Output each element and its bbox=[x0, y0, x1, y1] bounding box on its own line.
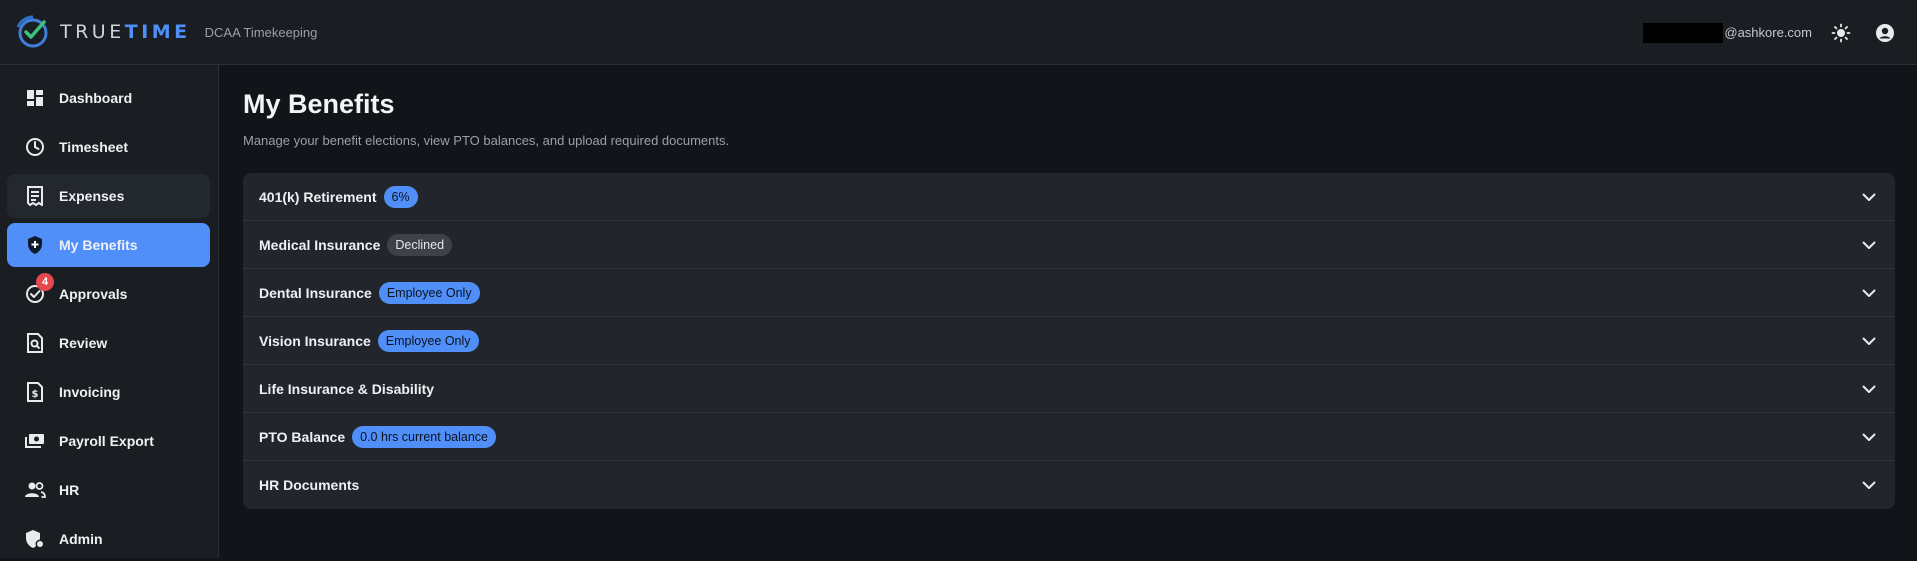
section-title: PTO Balance bbox=[259, 428, 346, 445]
search-document-icon bbox=[24, 332, 46, 354]
chevron-down-icon[interactable] bbox=[1859, 331, 1879, 351]
accordion-hr-documents[interactable]: HR Documents bbox=[243, 461, 1895, 509]
svg-text:$: $ bbox=[32, 389, 39, 400]
chevron-down-icon[interactable] bbox=[1859, 187, 1879, 207]
truetime-logo-icon bbox=[14, 13, 52, 51]
check-circle-icon: 4 bbox=[24, 273, 54, 305]
chevron-down-icon[interactable] bbox=[1859, 283, 1879, 303]
section-title: Vision Insurance bbox=[259, 332, 371, 349]
sidebar-item-label: Expenses bbox=[59, 188, 125, 204]
section-title: Medical Insurance bbox=[259, 236, 381, 253]
page-title: My Benefits bbox=[243, 89, 395, 119]
sidebar-item-payroll-export[interactable]: Payroll Export bbox=[7, 419, 210, 463]
shield-plus-icon bbox=[24, 234, 46, 256]
chevron-down-icon[interactable] bbox=[1859, 475, 1879, 495]
section-title: Dental Insurance bbox=[259, 284, 372, 301]
accordion-life-insurance-disability[interactable]: Life Insurance & Disability bbox=[243, 365, 1895, 413]
chevron-down-icon[interactable] bbox=[1859, 427, 1879, 447]
sidebar: Dashboard Timesheet Expenses My Benefits… bbox=[0, 65, 219, 558]
receipt-icon bbox=[24, 185, 46, 207]
section-title: Life Insurance & Disability bbox=[259, 380, 435, 397]
app-subtitle: DCAA Timekeeping bbox=[204, 24, 318, 40]
sidebar-item-label: Admin bbox=[59, 531, 103, 547]
people-icon bbox=[24, 479, 46, 501]
email-domain: @ashkore.com bbox=[1724, 25, 1812, 40]
sidebar-item-hr[interactable]: HR bbox=[7, 468, 210, 512]
sidebar-item-label: Invoicing bbox=[59, 384, 121, 400]
page-description: Manage your benefit elections, view PTO … bbox=[243, 133, 730, 148]
sidebar-item-dashboard[interactable]: Dashboard bbox=[7, 76, 210, 120]
sidebar-item-review[interactable]: Review bbox=[7, 321, 210, 365]
accordion-dental-insurance[interactable]: Dental Insurance Employee Only bbox=[243, 269, 1895, 317]
money-icon bbox=[24, 430, 46, 452]
benefits-accordion: 401(k) Retirement 6% Medical Insurance D… bbox=[243, 173, 1895, 509]
accordion-pto-balance[interactable]: PTO Balance 0.0 hrs current balance bbox=[243, 413, 1895, 461]
dashboard-icon bbox=[24, 87, 46, 109]
redacted-username bbox=[1643, 22, 1724, 43]
account-icon[interactable] bbox=[1872, 20, 1898, 46]
status-badge: 0.0 hrs current balance bbox=[352, 425, 496, 448]
sidebar-item-label: Approvals bbox=[59, 286, 128, 302]
chevron-down-icon[interactable] bbox=[1859, 235, 1879, 255]
accordion-medical-insurance[interactable]: Medical Insurance Declined bbox=[243, 221, 1895, 269]
user-email: @ashkore.com bbox=[1643, 22, 1812, 43]
approvals-count-badge: 4 bbox=[36, 273, 54, 291]
brand-wordmark-right: TIME bbox=[124, 21, 191, 43]
sidebar-item-approvals[interactable]: 4 Approvals bbox=[7, 272, 210, 316]
accordion-vision-insurance[interactable]: Vision Insurance Employee Only bbox=[243, 317, 1895, 365]
accordion-401k-retirement[interactable]: 401(k) Retirement 6% bbox=[243, 173, 1895, 221]
dollar-document-icon: $ bbox=[24, 381, 46, 403]
status-badge: Employee Only bbox=[377, 329, 479, 352]
brand[interactable]: TRUETIME DCAA Timekeeping bbox=[14, 13, 317, 51]
sidebar-item-invoicing[interactable]: $ Invoicing bbox=[7, 370, 210, 414]
status-badge: Employee Only bbox=[378, 281, 480, 304]
sidebar-item-expenses[interactable]: Expenses bbox=[7, 174, 210, 218]
sidebar-item-my-benefits[interactable]: My Benefits bbox=[7, 223, 210, 267]
sidebar-item-label: Review bbox=[59, 335, 108, 351]
sidebar-item-label: Timesheet bbox=[59, 139, 128, 155]
section-title: HR Documents bbox=[259, 477, 360, 493]
chevron-down-icon[interactable] bbox=[1859, 379, 1879, 399]
admin-shield-icon bbox=[24, 528, 46, 550]
sidebar-item-timesheet[interactable]: Timesheet bbox=[7, 125, 210, 169]
main-content: My Benefits Manage your benefit election… bbox=[219, 65, 1917, 558]
theme-toggle-sun-icon[interactable] bbox=[1828, 20, 1854, 46]
brand-wordmark-left: TRUE bbox=[60, 21, 125, 43]
top-bar: TRUETIME DCAA Timekeeping @ashkore.com bbox=[0, 0, 1917, 65]
section-title: 401(k) Retirement bbox=[259, 188, 377, 205]
sidebar-item-label: Dashboard bbox=[59, 90, 133, 106]
clock-icon bbox=[24, 136, 46, 158]
status-badge: Declined bbox=[387, 233, 453, 256]
status-badge: 6% bbox=[383, 185, 418, 208]
sidebar-item-label: My Benefits bbox=[59, 237, 138, 253]
brand-wordmark: TRUETIME bbox=[60, 21, 191, 43]
sidebar-item-admin[interactable]: Admin bbox=[7, 517, 210, 561]
sidebar-item-label: Payroll Export bbox=[59, 433, 154, 449]
sidebar-item-label: HR bbox=[59, 482, 80, 498]
